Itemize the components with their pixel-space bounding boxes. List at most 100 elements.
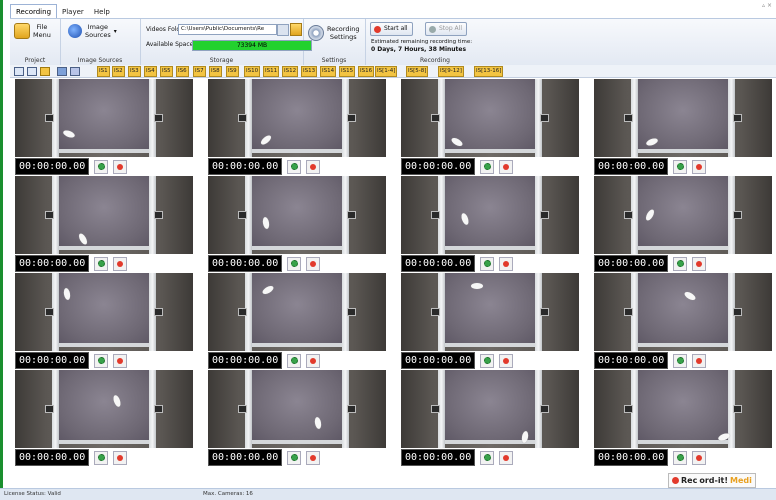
- timecode: 00:00:00.00: [208, 352, 283, 369]
- open-folder-icon[interactable]: [290, 23, 302, 36]
- image-source-button-12[interactable]: IS12: [282, 66, 299, 77]
- camera-settings-button[interactable]: [480, 256, 495, 271]
- browse-folder-icon[interactable]: [277, 24, 289, 36]
- stop-all-button[interactable]: Stop All: [425, 22, 467, 36]
- image-source-button-15[interactable]: IS15: [339, 66, 356, 77]
- swap-view-icon[interactable]: [70, 67, 80, 76]
- image-source-button-5[interactable]: IS5: [160, 66, 173, 77]
- storage-group: Videos Folder: C:\Users\Public\Documents…: [140, 19, 312, 65]
- image-source-button-9[interactable]: IS9: [226, 66, 239, 77]
- camera-settings-button[interactable]: [673, 159, 688, 174]
- camera-settings-button[interactable]: [673, 450, 688, 465]
- window-controls[interactable]: ▵ ×: [762, 2, 772, 9]
- tab-recording[interactable]: Recording: [10, 4, 58, 18]
- image-source-button-3[interactable]: IS3: [128, 66, 141, 77]
- camera-record-button[interactable]: [306, 159, 321, 174]
- image-source-button-14[interactable]: IS14: [320, 66, 337, 77]
- image-source-group-button-3[interactable]: IS[9-12]: [438, 66, 464, 77]
- camera-settings-button[interactable]: [287, 450, 302, 465]
- image-source-button-7[interactable]: IS7: [193, 66, 206, 77]
- tab-player[interactable]: Player: [57, 5, 89, 18]
- arena-floor: [59, 176, 149, 250]
- fullscreen-icon[interactable]: [57, 67, 67, 76]
- image-source-button-16[interactable]: IS16: [358, 66, 375, 77]
- image-source-group-button-4[interactable]: IS[13-16]: [474, 66, 504, 77]
- ribbon: File Menu Project Image Sources ▾ Image …: [10, 18, 776, 66]
- layout-4x4-icon[interactable]: [40, 67, 50, 76]
- image-source-button-6[interactable]: IS6: [176, 66, 189, 77]
- camera-cell-1: 00:00:00.00: [15, 79, 193, 176]
- status-bar: License Status: Valid Max. Cameras: 16: [0, 488, 776, 500]
- camera-settings-button[interactable]: [287, 159, 302, 174]
- camera-record-button[interactable]: [113, 353, 128, 368]
- camera-settings-button[interactable]: [94, 353, 109, 368]
- camera-settings-button[interactable]: [287, 256, 302, 271]
- image-source-button-2[interactable]: IS2: [112, 66, 125, 77]
- camera-feed[interactable]: [401, 79, 579, 157]
- camera-record-button[interactable]: [692, 159, 707, 174]
- camera-feed[interactable]: [401, 370, 579, 448]
- camera-controls: 00:00:00.00: [594, 255, 707, 272]
- image-source-group-button-1[interactable]: IS[1-4]: [375, 66, 398, 77]
- camera-feed[interactable]: [15, 176, 193, 254]
- arena-peg: [154, 308, 163, 316]
- tab-help[interactable]: Help: [89, 5, 115, 18]
- camera-record-button[interactable]: [499, 159, 514, 174]
- camera-record-button[interactable]: [113, 450, 128, 465]
- camera-feed[interactable]: [594, 273, 772, 351]
- camera-feed[interactable]: [594, 176, 772, 254]
- camera-record-button[interactable]: [306, 256, 321, 271]
- camera-record-button[interactable]: [692, 256, 707, 271]
- camera-feed[interactable]: [401, 273, 579, 351]
- image-sources-button[interactable]: Image Sources ▾: [68, 23, 117, 39]
- arena-peg: [431, 114, 440, 122]
- image-source-button-8[interactable]: IS8: [209, 66, 222, 77]
- camera-record-button[interactable]: [692, 353, 707, 368]
- layout-1x1-icon[interactable]: [14, 67, 24, 76]
- layout-2x2-icon[interactable]: [27, 67, 37, 76]
- image-source-button-4[interactable]: IS4: [144, 66, 157, 77]
- camera-settings-button[interactable]: [673, 353, 688, 368]
- start-all-button[interactable]: Start all: [370, 22, 413, 36]
- camera-feed[interactable]: [208, 79, 386, 157]
- image-source-group-button-2[interactable]: IS[5-8]: [406, 66, 429, 77]
- image-source-button-10[interactable]: IS10: [244, 66, 261, 77]
- camera-settings-button[interactable]: [480, 159, 495, 174]
- camera-settings-button[interactable]: [94, 450, 109, 465]
- camera-record-button[interactable]: [499, 353, 514, 368]
- videos-folder-field[interactable]: C:\Users\Public\Documents\Re: [178, 24, 277, 35]
- camera-settings-button[interactable]: [673, 256, 688, 271]
- camera-record-button[interactable]: [692, 450, 707, 465]
- camera-record-button[interactable]: [306, 450, 321, 465]
- camera-record-button[interactable]: [306, 353, 321, 368]
- camera-feed[interactable]: [401, 176, 579, 254]
- camera-feed[interactable]: [15, 79, 193, 157]
- recording-settings-button[interactable]: Recording Settings: [308, 25, 360, 41]
- camera-record-button[interactable]: [499, 450, 514, 465]
- camera-settings-button[interactable]: [287, 353, 302, 368]
- camera-settings-button[interactable]: [480, 353, 495, 368]
- camera-settings-button[interactable]: [480, 450, 495, 465]
- arena-floor: [59, 79, 149, 153]
- timecode: 00:00:00.00: [401, 255, 476, 272]
- camera-settings-button[interactable]: [94, 159, 109, 174]
- camera-settings-button[interactable]: [94, 256, 109, 271]
- image-source-button-13[interactable]: IS13: [301, 66, 318, 77]
- camera-feed[interactable]: [594, 370, 772, 448]
- image-source-button-11[interactable]: IS11: [263, 66, 280, 77]
- gear-icon: [676, 357, 684, 364]
- camera-feed[interactable]: [208, 176, 386, 254]
- timecode: 00:00:00.00: [15, 255, 90, 272]
- camera-record-button[interactable]: [113, 256, 128, 271]
- timecode: 00:00:00.00: [401, 352, 476, 369]
- camera-feed[interactable]: [208, 370, 386, 448]
- image-source-button-1[interactable]: IS1: [97, 66, 110, 77]
- camera-feed[interactable]: [208, 273, 386, 351]
- camera-feed[interactable]: [15, 273, 193, 351]
- camera-record-button[interactable]: [499, 256, 514, 271]
- camera-record-button[interactable]: [113, 159, 128, 174]
- record-icon: [310, 357, 317, 364]
- file-menu-button[interactable]: File Menu: [14, 23, 51, 39]
- camera-feed[interactable]: [15, 370, 193, 448]
- camera-feed[interactable]: [594, 79, 772, 157]
